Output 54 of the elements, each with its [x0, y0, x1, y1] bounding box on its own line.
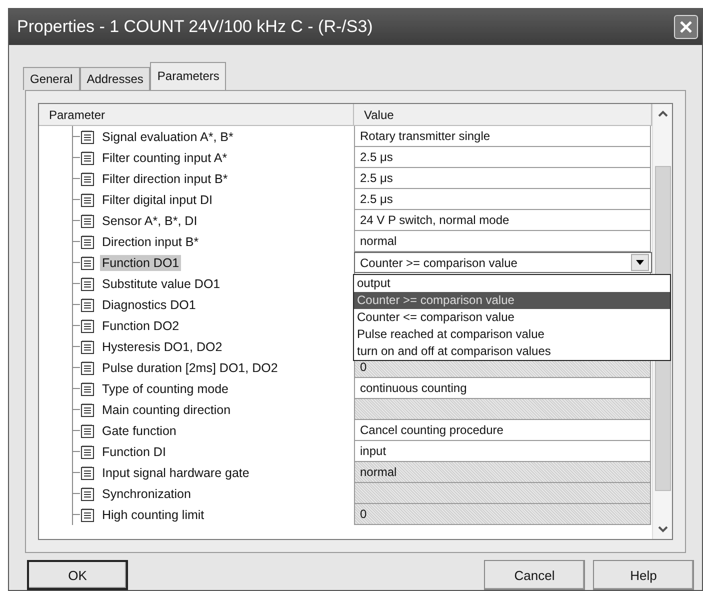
document-icon [81, 508, 94, 522]
parameter-name[interactable]: Gate function [100, 422, 178, 439]
document-icon [81, 340, 94, 354]
document-icon [81, 424, 94, 438]
value-cell[interactable]: continuous counting [354, 378, 651, 400]
document-icon [81, 298, 94, 312]
document-icon [81, 402, 94, 417]
parameter-name[interactable]: Diagnostics DO1 [100, 296, 198, 313]
parameter-name[interactable]: Signal evaluation A*, B* [100, 128, 236, 145]
document-icon [81, 466, 94, 480]
value-cell[interactable]: 2.5 μs [354, 147, 651, 168]
value-cell[interactable]: normal [354, 231, 651, 252]
parameter-name[interactable]: Function DI [100, 444, 168, 460]
document-icon [81, 130, 94, 144]
document-icon [81, 150, 94, 165]
document-icon [81, 382, 94, 396]
document-icon [81, 276, 94, 291]
column-header[interactable]: Parameter [39, 104, 354, 126]
value-cell[interactable]: 2.5 μs [354, 189, 651, 210]
close-icon [679, 20, 693, 34]
tab[interactable]: Parameters [150, 62, 226, 92]
document-icon [81, 360, 94, 375]
parameter-name[interactable]: Hysteresis DO1, DO2 [100, 338, 224, 355]
window-title: Properties - 1 COUNT 24V/100 kHz C - (R-/S3) [17, 16, 373, 37]
parameter-name[interactable]: Filter digital input DI [100, 192, 214, 208]
value-cell[interactable]: Cancel counting procedure [354, 420, 651, 442]
parameter-name[interactable]: Sensor A*, B*, DI [100, 212, 200, 229]
document-icon [81, 444, 94, 459]
document-icon [81, 486, 94, 501]
parameter-name[interactable]: Function DO1 [100, 254, 182, 271]
document-icon [81, 172, 94, 186]
tab[interactable]: Addresses [80, 67, 150, 90]
document-icon [81, 234, 94, 249]
document-icon [81, 192, 94, 207]
dialog-button[interactable]: Cancel [484, 560, 585, 590]
value-cell[interactable]: 2.5 μs [354, 168, 651, 190]
parameter-name[interactable]: Direction input B* [100, 234, 201, 250]
document-icon [81, 214, 94, 228]
tab[interactable]: General [23, 67, 80, 90]
value-cell[interactable]: 24 V P switch, normal mode [354, 210, 651, 232]
value-dropdown[interactable]: Counter >= comparison value [354, 252, 652, 274]
dropdown-option[interactable]: Counter >= comparison value [354, 292, 670, 310]
document-icon [81, 256, 94, 270]
dialog-button[interactable]: OK [27, 560, 128, 590]
parameter-name[interactable]: Function DO2 [100, 318, 182, 334]
parameter-name[interactable]: Type of counting mode [100, 380, 230, 397]
parameter-name[interactable]: Substitute value DO1 [100, 276, 222, 292]
close-button[interactable] [674, 14, 698, 39]
value-cell[interactable]: Rotary transmitter single [354, 126, 651, 148]
parameter-name[interactable]: Filter direction input B* [100, 170, 230, 187]
dialog-button[interactable]: Help [593, 560, 694, 590]
parameter-name[interactable]: Filter counting input A* [100, 150, 230, 166]
document-icon [81, 318, 94, 333]
value-cell[interactable]: input [354, 441, 651, 462]
